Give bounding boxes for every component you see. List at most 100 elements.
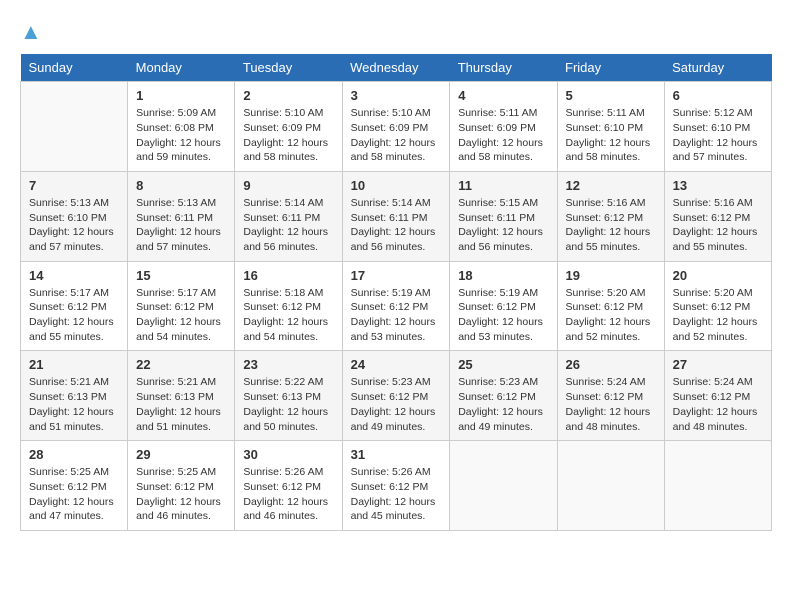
day-number: 7 bbox=[29, 178, 119, 193]
day-info: Sunrise: 5:23 AMSunset: 6:12 PMDaylight:… bbox=[458, 375, 548, 434]
day-number: 29 bbox=[136, 447, 226, 462]
logo: ▲ bbox=[20, 20, 42, 44]
day-info: Sunrise: 5:23 AMSunset: 6:12 PMDaylight:… bbox=[351, 375, 442, 434]
day-number: 2 bbox=[243, 88, 333, 103]
calendar-cell: 16 Sunrise: 5:18 AMSunset: 6:12 PMDayligh… bbox=[235, 261, 342, 351]
day-info: Sunrise: 5:20 AMSunset: 6:12 PMDaylight:… bbox=[566, 286, 656, 345]
day-number: 22 bbox=[136, 357, 226, 372]
day-info: Sunrise: 5:21 AMSunset: 6:13 PMDaylight:… bbox=[29, 375, 119, 434]
calendar-cell: 3Sunrise: 5:10 AMSunset: 6:09 PMDaylight… bbox=[342, 82, 450, 172]
calendar-cell: 29 Sunrise: 5:25 AMSunset: 6:12 PMDayligh… bbox=[128, 441, 235, 531]
day-info: Sunrise: 5:18 AMSunset: 6:12 PMDaylight:… bbox=[243, 286, 333, 345]
page-header: ▲ bbox=[20, 20, 772, 44]
day-info: Sunrise: 5:14 AMSunset: 6:11 PMDaylight:… bbox=[243, 196, 333, 255]
day-info: Sunrise: 5:24 AMSunset: 6:12 PMDaylight:… bbox=[673, 375, 763, 434]
day-number: 20 bbox=[673, 268, 763, 283]
day-info: Sunrise: 5:21 AMSunset: 6:13 PMDaylight:… bbox=[136, 375, 226, 434]
calendar-cell: 4Sunrise: 5:11 AMSunset: 6:09 PMDaylight… bbox=[450, 82, 557, 172]
day-number: 25 bbox=[458, 357, 548, 372]
day-number: 21 bbox=[29, 357, 119, 372]
day-info: Sunrise: 5:11 AMSunset: 6:10 PMDaylight:… bbox=[566, 106, 656, 165]
day-info: Sunrise: 5:24 AMSunset: 6:12 PMDaylight:… bbox=[566, 375, 656, 434]
calendar-cell: 21 Sunrise: 5:21 AMSunset: 6:13 PMDayligh… bbox=[21, 351, 128, 441]
weekday-header: Sunday bbox=[21, 54, 128, 82]
day-number: 1 bbox=[136, 88, 226, 103]
day-number: 12 bbox=[566, 178, 656, 193]
calendar-week-row: 28 Sunrise: 5:25 AMSunset: 6:12 PMDayligh… bbox=[21, 441, 772, 531]
day-info: Sunrise: 5:10 AMSunset: 6:09 PMDaylight:… bbox=[243, 106, 333, 165]
calendar-cell: 15 Sunrise: 5:17 AMSunset: 6:12 PMDayligh… bbox=[128, 261, 235, 351]
calendar-cell: 18 Sunrise: 5:19 AMSunset: 6:12 PMDayligh… bbox=[450, 261, 557, 351]
day-info: Sunrise: 5:16 AMSunset: 6:12 PMDaylight:… bbox=[566, 196, 656, 255]
calendar-week-row: 21 Sunrise: 5:21 AMSunset: 6:13 PMDayligh… bbox=[21, 351, 772, 441]
calendar-cell bbox=[21, 82, 128, 172]
calendar-cell: 6 Sunrise: 5:12 AMSunset: 6:10 PMDaylight… bbox=[664, 82, 771, 172]
day-number: 5 bbox=[566, 88, 656, 103]
day-number: 14 bbox=[29, 268, 119, 283]
day-info: Sunrise: 5:17 AMSunset: 6:12 PMDaylight:… bbox=[136, 286, 226, 345]
calendar-cell: 22 Sunrise: 5:21 AMSunset: 6:13 PMDayligh… bbox=[128, 351, 235, 441]
calendar-cell: 19 Sunrise: 5:20 AMSunset: 6:12 PMDayligh… bbox=[557, 261, 664, 351]
day-number: 18 bbox=[458, 268, 548, 283]
day-number: 13 bbox=[673, 178, 763, 193]
calendar-cell: 24 Sunrise: 5:23 AMSunset: 6:12 PMDayligh… bbox=[342, 351, 450, 441]
weekday-header: Saturday bbox=[664, 54, 771, 82]
calendar-table: SundayMondayTuesdayWednesdayThursdayFrid… bbox=[20, 54, 772, 531]
day-info: Sunrise: 5:10 AMSunset: 6:09 PMDaylight:… bbox=[351, 106, 442, 165]
day-number: 6 bbox=[673, 88, 763, 103]
day-number: 31 bbox=[351, 447, 442, 462]
day-number: 16 bbox=[243, 268, 333, 283]
day-info: Sunrise: 5:14 AMSunset: 6:11 PMDaylight:… bbox=[351, 196, 442, 255]
day-info: Sunrise: 5:26 AMSunset: 6:12 PMDaylight:… bbox=[351, 465, 442, 524]
calendar-cell: 13 Sunrise: 5:16 AMSunset: 6:12 PMDayligh… bbox=[664, 171, 771, 261]
day-number: 30 bbox=[243, 447, 333, 462]
day-info: Sunrise: 5:22 AMSunset: 6:13 PMDaylight:… bbox=[243, 375, 333, 434]
day-info: Sunrise: 5:15 AMSunset: 6:11 PMDaylight:… bbox=[458, 196, 548, 255]
day-number: 28 bbox=[29, 447, 119, 462]
calendar-cell: 23 Sunrise: 5:22 AMSunset: 6:13 PMDayligh… bbox=[235, 351, 342, 441]
weekday-header: Monday bbox=[128, 54, 235, 82]
day-info: Sunrise: 5:19 AMSunset: 6:12 PMDaylight:… bbox=[458, 286, 548, 345]
day-info: Sunrise: 5:13 AMSunset: 6:11 PMDaylight:… bbox=[136, 196, 226, 255]
day-number: 4 bbox=[458, 88, 548, 103]
calendar-cell: 7 Sunrise: 5:13 AMSunset: 6:10 PMDaylight… bbox=[21, 171, 128, 261]
calendar-cell: 28 Sunrise: 5:25 AMSunset: 6:12 PMDayligh… bbox=[21, 441, 128, 531]
weekday-header: Wednesday bbox=[342, 54, 450, 82]
calendar-cell: 12 Sunrise: 5:16 AMSunset: 6:12 PMDayligh… bbox=[557, 171, 664, 261]
day-info: Sunrise: 5:12 AMSunset: 6:10 PMDaylight:… bbox=[673, 106, 763, 165]
calendar-cell: 30Sunrise: 5:26 AMSunset: 6:12 PMDayligh… bbox=[235, 441, 342, 531]
day-number: 8 bbox=[136, 178, 226, 193]
calendar-cell: 5 Sunrise: 5:11 AMSunset: 6:10 PMDaylight… bbox=[557, 82, 664, 172]
calendar-cell: 8 Sunrise: 5:13 AMSunset: 6:11 PMDaylight… bbox=[128, 171, 235, 261]
day-number: 17 bbox=[351, 268, 442, 283]
calendar-cell: 27 Sunrise: 5:24 AMSunset: 6:12 PMDayligh… bbox=[664, 351, 771, 441]
calendar-cell: 25 Sunrise: 5:23 AMSunset: 6:12 PMDayligh… bbox=[450, 351, 557, 441]
weekday-header: Friday bbox=[557, 54, 664, 82]
calendar-cell bbox=[664, 441, 771, 531]
day-number: 11 bbox=[458, 178, 548, 193]
day-number: 19 bbox=[566, 268, 656, 283]
day-info: Sunrise: 5:09 AMSunset: 6:08 PMDaylight:… bbox=[136, 106, 226, 165]
day-number: 10 bbox=[351, 178, 442, 193]
calendar-week-row: 1 Sunrise: 5:09 AMSunset: 6:08 PMDaylight… bbox=[21, 82, 772, 172]
day-info: Sunrise: 5:25 AMSunset: 6:12 PMDaylight:… bbox=[136, 465, 226, 524]
calendar-week-row: 14 Sunrise: 5:17 AMSunset: 6:12 PMDayligh… bbox=[21, 261, 772, 351]
day-number: 27 bbox=[673, 357, 763, 372]
weekday-header: Thursday bbox=[450, 54, 557, 82]
day-info: Sunrise: 5:13 AMSunset: 6:10 PMDaylight:… bbox=[29, 196, 119, 255]
day-info: Sunrise: 5:16 AMSunset: 6:12 PMDaylight:… bbox=[673, 196, 763, 255]
calendar-cell: 14 Sunrise: 5:17 AMSunset: 6:12 PMDayligh… bbox=[21, 261, 128, 351]
calendar-week-row: 7 Sunrise: 5:13 AMSunset: 6:10 PMDaylight… bbox=[21, 171, 772, 261]
day-number: 24 bbox=[351, 357, 442, 372]
day-info: Sunrise: 5:19 AMSunset: 6:12 PMDaylight:… bbox=[351, 286, 442, 345]
day-number: 15 bbox=[136, 268, 226, 283]
calendar-cell: 31 Sunrise: 5:26 AMSunset: 6:12 PMDayligh… bbox=[342, 441, 450, 531]
logo-text: ▲ bbox=[20, 20, 42, 44]
day-info: Sunrise: 5:17 AMSunset: 6:12 PMDaylight:… bbox=[29, 286, 119, 345]
calendar-cell: 1 Sunrise: 5:09 AMSunset: 6:08 PMDaylight… bbox=[128, 82, 235, 172]
day-number: 23 bbox=[243, 357, 333, 372]
calendar-cell: 10 Sunrise: 5:14 AMSunset: 6:11 PMDayligh… bbox=[342, 171, 450, 261]
day-info: Sunrise: 5:25 AMSunset: 6:12 PMDaylight:… bbox=[29, 465, 119, 524]
calendar-cell: 9Sunrise: 5:14 AMSunset: 6:11 PMDaylight… bbox=[235, 171, 342, 261]
calendar-header-row: SundayMondayTuesdayWednesdayThursdayFrid… bbox=[21, 54, 772, 82]
